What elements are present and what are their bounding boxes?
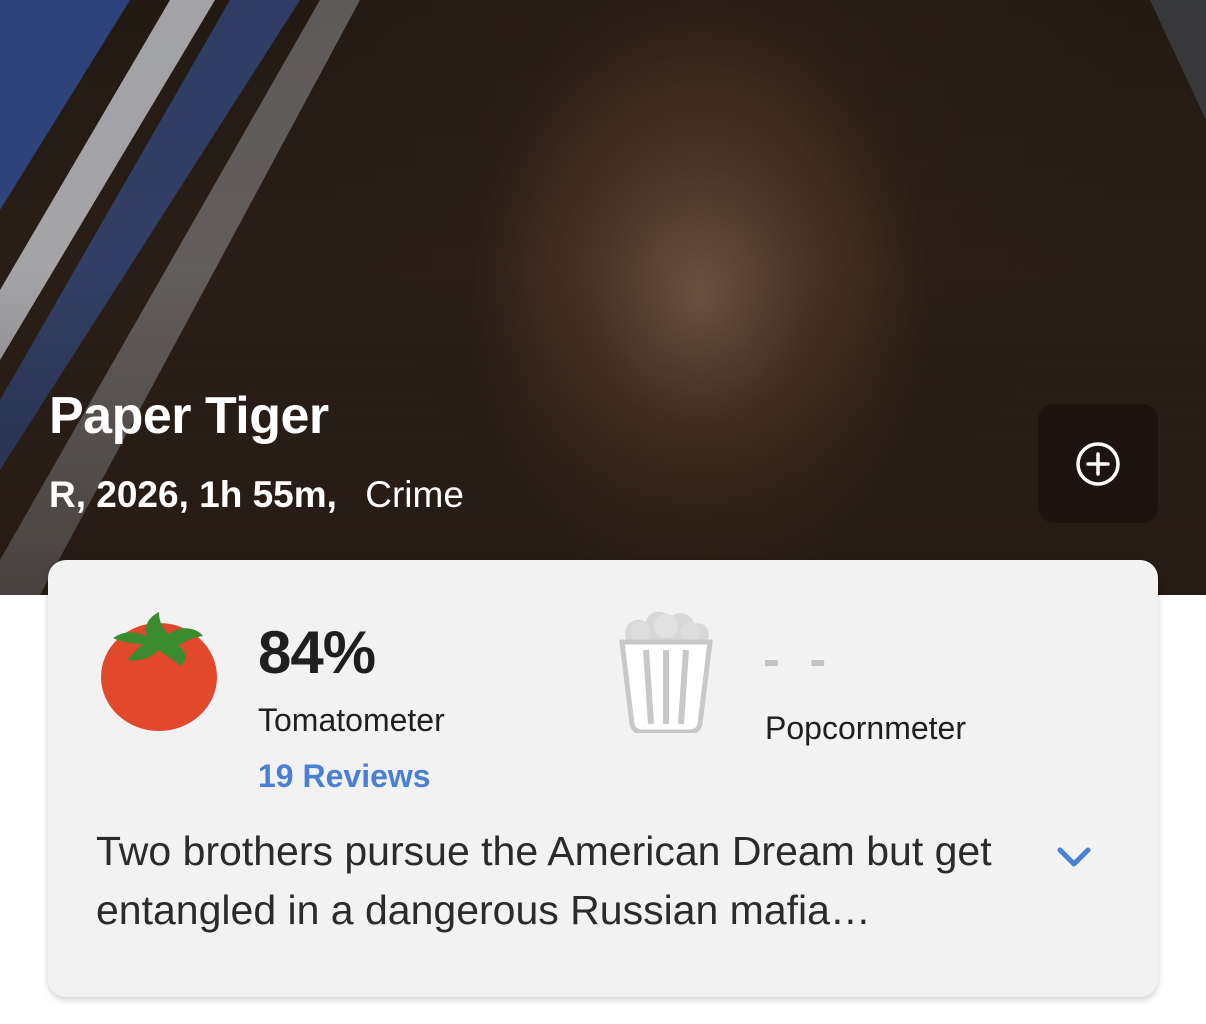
popcornmeter-label: Popcornmeter [765,710,966,746]
movie-title: Paper Tiger [49,387,329,445]
tomato-icon [101,612,217,731]
reviews-link[interactable]: 19 Reviews [258,758,431,795]
chevron-down-icon [1057,847,1091,867]
ratings-card: 84% Tomatometer 19 Reviews - - Popcornme… [48,560,1158,997]
movie-genre: Crime [365,474,464,515]
plus-circle-icon [1076,441,1120,486]
synopsis-text: Two brothers pursue the American Dream b… [96,828,992,933]
popcorn-bucket-icon [619,611,713,733]
tomatometer-label: Tomatometer [258,702,445,738]
popcornmeter-score: - - [763,631,835,687]
movie-meta-row: R, 2026, 1h 55m, Crime [49,474,464,516]
tomatometer-score: 84% [258,619,376,686]
expand-synopsis-button[interactable] [1052,835,1096,879]
add-to-watchlist-button[interactable] [1038,404,1158,523]
movie-meta: R, 2026, 1h 55m, [49,474,337,515]
hero-banner: Paper Tiger R, 2026, 1h 55m, Crime [0,0,1206,595]
